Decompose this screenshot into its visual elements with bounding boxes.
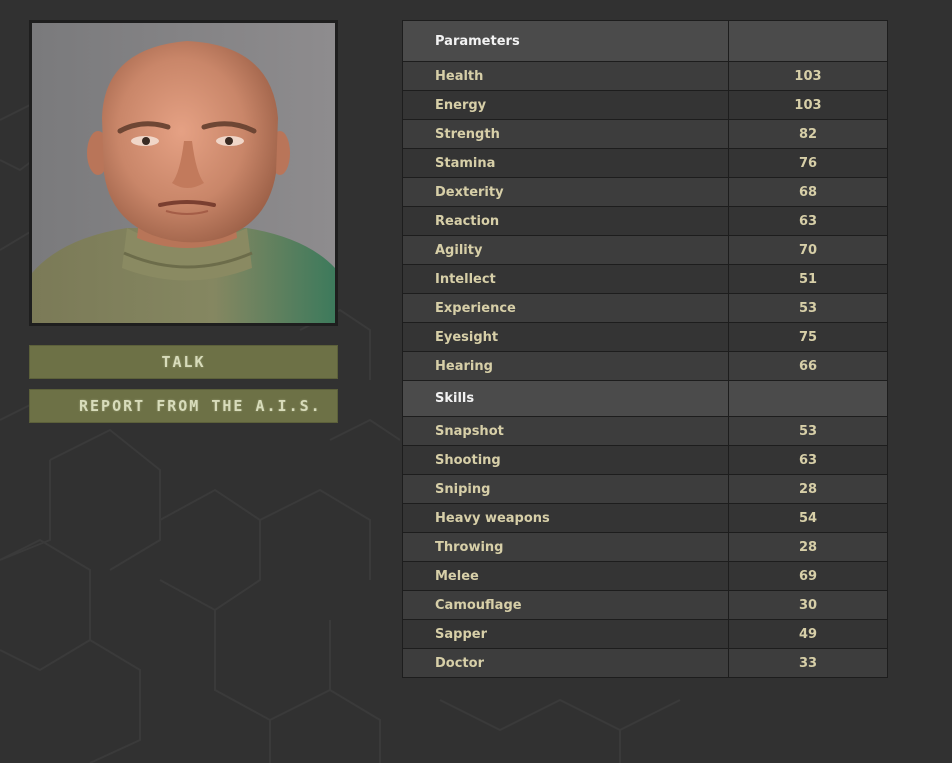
stats-table-body: Parameters Health 103 Energy 103 Strength 82 St… — [402, 20, 888, 678]
skill-row: Doctor 33 — [402, 648, 888, 678]
parameter-row-name: Eyesight — [402, 322, 729, 352]
character-portrait-image — [32, 23, 335, 323]
skills-header-row: Skills — [402, 380, 888, 417]
parameter-row-name: Health — [402, 61, 729, 91]
skill-row-value: 63 — [728, 445, 888, 475]
skill-row-name: Sniping — [402, 474, 729, 504]
skill-row: Snapshot 53 — [402, 416, 888, 446]
skill-row-name: Snapshot — [402, 416, 729, 446]
parameters-header-label: Parameters — [402, 20, 729, 62]
skill-row: Sapper 49 — [402, 619, 888, 649]
parameter-row: Experience 53 — [402, 293, 888, 323]
skill-row-name: Doctor — [402, 648, 729, 678]
talk-button[interactable]: TALK — [29, 345, 338, 379]
parameter-row-value: 70 — [728, 235, 888, 265]
skill-row-name: Camouflage — [402, 590, 729, 620]
parameter-row-value: 63 — [728, 206, 888, 236]
parameter-row-value: 66 — [728, 351, 888, 381]
parameter-row-name: Hearing — [402, 351, 729, 381]
report-ais-button[interactable]: REPORT FROM THE A.I.S. — [29, 389, 338, 423]
parameter-row-value: 82 — [728, 119, 888, 149]
parameter-row-name: Dexterity — [402, 177, 729, 207]
parameter-row-name: Strength — [402, 119, 729, 149]
skill-row-name: Sapper — [402, 619, 729, 649]
parameter-row: Energy 103 — [402, 90, 888, 120]
parameter-row: Reaction 63 — [402, 206, 888, 236]
skill-row: Shooting 63 — [402, 445, 888, 475]
parameter-row: Agility 70 — [402, 235, 888, 265]
skill-row-value: 69 — [728, 561, 888, 591]
parameters-header-row: Parameters — [402, 20, 888, 62]
parameter-row-name: Experience — [402, 293, 729, 323]
skill-row: Melee 69 — [402, 561, 888, 591]
skill-row: Heavy weapons 54 — [402, 503, 888, 533]
skill-row-name: Melee — [402, 561, 729, 591]
skills-header-value — [728, 380, 888, 417]
parameter-row-name: Stamina — [402, 148, 729, 178]
parameter-row-value: 76 — [728, 148, 888, 178]
skill-row: Sniping 28 — [402, 474, 888, 504]
skill-row-value: 33 — [728, 648, 888, 678]
skill-row-value: 30 — [728, 590, 888, 620]
skill-row-name: Throwing — [402, 532, 729, 562]
parameter-row-name: Intellect — [402, 264, 729, 294]
skill-row-value: 28 — [728, 474, 888, 504]
skill-row-value: 54 — [728, 503, 888, 533]
parameter-row-value: 103 — [728, 90, 888, 120]
skill-row: Throwing 28 — [402, 532, 888, 562]
parameter-row: Stamina 76 — [402, 148, 888, 178]
parameter-row-value: 103 — [728, 61, 888, 91]
parameter-row-name: Energy — [402, 90, 729, 120]
skill-row-value: 53 — [728, 416, 888, 446]
skills-header-label: Skills — [402, 380, 729, 417]
character-portrait — [29, 20, 338, 326]
parameter-row: Dexterity 68 — [402, 177, 888, 207]
parameter-row-value: 53 — [728, 293, 888, 323]
parameter-row-value: 68 — [728, 177, 888, 207]
skill-row-name: Heavy weapons — [402, 503, 729, 533]
parameter-row: Intellect 51 — [402, 264, 888, 294]
skill-row-name: Shooting — [402, 445, 729, 475]
parameters-header-value — [728, 20, 888, 62]
parameter-row-value: 51 — [728, 264, 888, 294]
parameter-row: Eyesight 75 — [402, 322, 888, 352]
parameter-row-name: Reaction — [402, 206, 729, 236]
parameter-row: Hearing 66 — [402, 351, 888, 381]
parameter-row: Strength 82 — [402, 119, 888, 149]
skill-row-value: 49 — [728, 619, 888, 649]
stats-table: Parameters Health 103 Energy 103 Strength 82 St… — [402, 20, 888, 678]
skill-row-value: 28 — [728, 532, 888, 562]
skill-row: Camouflage 30 — [402, 590, 888, 620]
parameter-row-name: Agility — [402, 235, 729, 265]
parameter-row-value: 75 — [728, 322, 888, 352]
parameter-row: Health 103 — [402, 61, 888, 91]
